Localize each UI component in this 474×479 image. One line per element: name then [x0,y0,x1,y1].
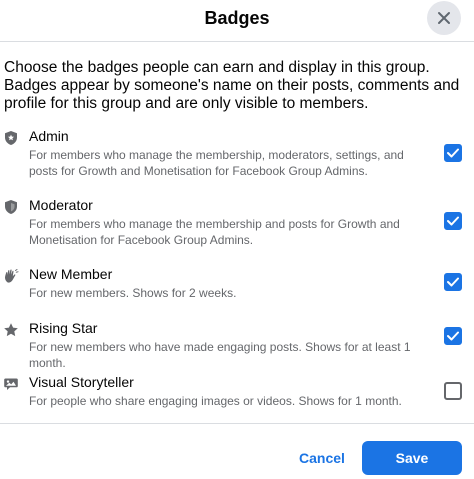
badge-item-new-member: New Member For new members. Shows for 2 … [0,265,474,315]
image-chat-icon [4,378,18,390]
close-button[interactable] [427,1,461,35]
dialog-footer: Cancel Save [0,423,474,479]
visual-storyteller-checkbox[interactable] [444,382,462,400]
badge-name: Moderator [29,197,93,213]
badge-description: For new members. Shows for 2 weeks. [29,286,237,300]
badge-name: Visual Storyteller [29,374,134,390]
badge-name: New Member [29,266,113,282]
shield-star-icon [5,131,17,145]
save-button[interactable]: Save [362,441,462,475]
badge-item-visual-storyteller: Visual Storyteller For people who share … [0,373,474,423]
shield-icon [5,200,17,214]
dialog-title: Badges [204,8,270,28]
badge-description: For members who manage the membership, m… [29,148,404,178]
check-icon [447,216,459,226]
badge-name: Admin [29,128,69,144]
check-icon [447,331,459,341]
rising-star-checkbox[interactable] [444,327,462,345]
check-icon [447,148,459,158]
wave-hand-icon [4,269,19,283]
badge-item-moderator: Moderator For members who manage the mem… [0,196,474,247]
badge-description: For people who share engaging images or … [29,394,402,408]
badge-item-rising-star: Rising Star For new members who have mad… [0,319,474,370]
new-member-checkbox[interactable] [444,273,462,291]
intro-text: Choose the badges people can earn and di… [4,59,460,112]
cancel-button[interactable]: Cancel [295,443,349,473]
admin-checkbox[interactable] [444,144,462,162]
badge-name: Rising Star [29,320,98,336]
moderator-checkbox[interactable] [444,212,462,230]
check-icon [447,277,459,287]
badge-item-admin: Admin For members who manage the members… [0,127,474,178]
close-icon [438,12,450,24]
badge-description: For members who manage the membership an… [29,217,400,247]
dialog-header: Badges [0,0,474,42]
badge-description: For new members who have made engaging p… [29,340,411,370]
star-icon [4,323,18,337]
